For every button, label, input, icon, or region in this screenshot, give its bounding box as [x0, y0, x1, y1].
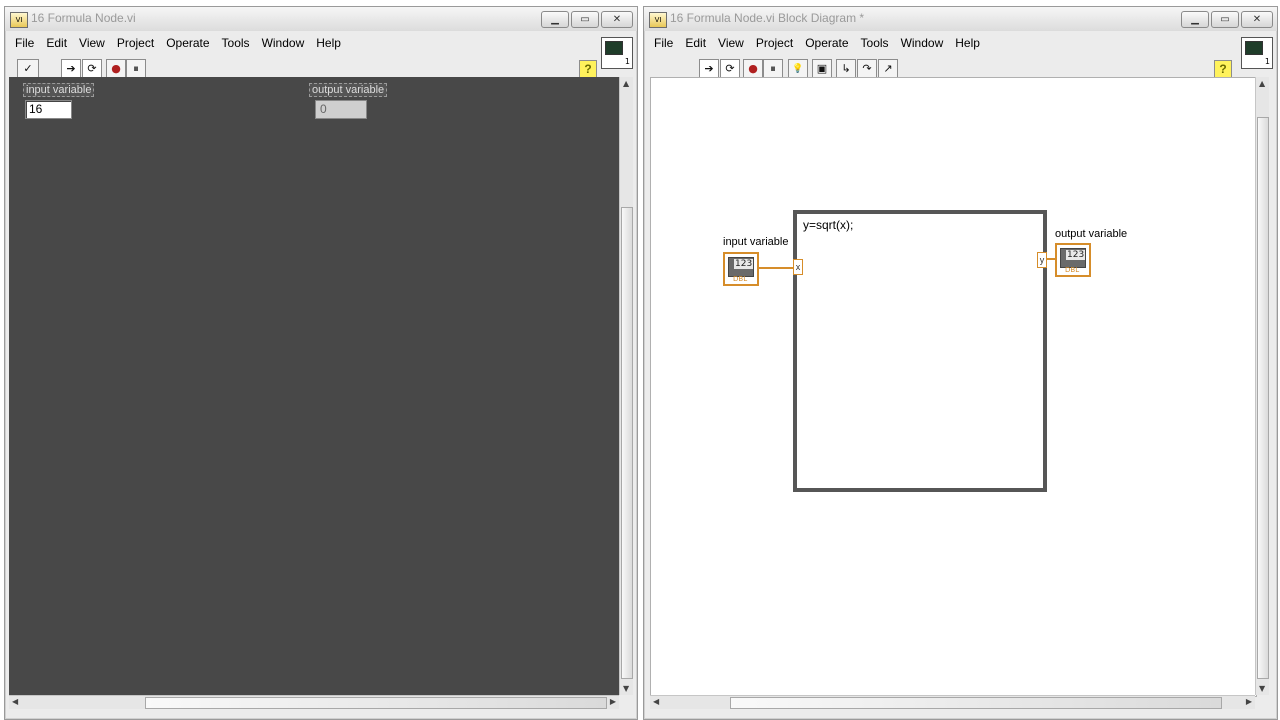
close-button[interactable]: ✕ — [601, 11, 633, 28]
front-panel-window: VI 16 Formula Node.vi ▁ ▭ ✕ File Edit Vi… — [4, 6, 638, 720]
vi-icon-screen — [1245, 41, 1263, 55]
input-control-label[interactable]: input variable — [23, 83, 95, 97]
block-diagram-titlebar[interactable]: VI 16 Formula Node.vi Block Diagram * ▁ … — [644, 7, 1277, 31]
step-over-icon[interactable]: ↷ — [857, 59, 877, 79]
menu-file[interactable]: File — [15, 36, 34, 50]
block-diagram-title: 16 Formula Node.vi Block Diagram * — [670, 11, 865, 25]
formula-node[interactable]: y=sqrt(x); — [793, 210, 1047, 492]
menu-project[interactable]: Project — [117, 36, 154, 50]
close-button[interactable]: ✕ — [1241, 11, 1273, 28]
block-diagram-canvas[interactable]: input variable 123 DBL y=sqrt(x); x y ou… — [650, 77, 1257, 697]
terminal-type-label: DBL — [1065, 266, 1080, 274]
menu-file[interactable]: File — [654, 36, 673, 50]
terminal-numeric-glyph: 123 — [1066, 250, 1086, 260]
horizontal-scroll-thumb[interactable] — [145, 697, 607, 709]
menu-window[interactable]: Window — [901, 36, 944, 50]
scroll-right-arrow-icon[interactable]: ▶ — [1246, 697, 1252, 706]
maximize-button[interactable]: ▭ — [1211, 11, 1239, 28]
block-diagram-window: VI 16 Formula Node.vi Block Diagram * ▁ … — [643, 6, 1278, 720]
minimize-button[interactable]: ▁ — [541, 11, 569, 28]
block-diagram-vertical-scrollbar[interactable]: ▲ ▼ — [1255, 77, 1269, 695]
pause-icon[interactable]: ⏸ — [763, 59, 783, 79]
abort-icon[interactable]: ● — [743, 59, 763, 79]
front-panel-title: 16 Formula Node.vi — [31, 11, 136, 25]
input-variable-terminal[interactable]: 123 DBL — [723, 252, 759, 286]
menu-project[interactable]: Project — [756, 36, 793, 50]
run-icon[interactable]: ➔ — [699, 59, 719, 79]
menu-edit[interactable]: Edit — [46, 36, 67, 50]
retain-wire-values-icon[interactable]: ▣ — [812, 59, 832, 79]
output-variable-numeric-indicator: 0 — [315, 100, 367, 119]
front-panel-canvas[interactable]: input variable 16 output variable 0 — [9, 77, 619, 695]
menu-tools[interactable]: Tools — [222, 36, 250, 50]
pause-icon[interactable]: ⏸ — [126, 59, 146, 79]
labview-diagram-icon: VI — [649, 12, 667, 28]
vi-icon-screen — [605, 41, 623, 55]
step-out-icon[interactable]: ↗ — [878, 59, 898, 79]
front-panel-vertical-scrollbar[interactable]: ▲ ▼ — [619, 77, 633, 695]
labview-vi-icon: VI — [10, 12, 28, 28]
terminal-type-label: DBL — [733, 275, 748, 283]
run-icon[interactable]: ➔ — [61, 59, 81, 79]
maximize-button[interactable]: ▭ — [571, 11, 599, 28]
formula-output-y-terminal[interactable]: y — [1037, 252, 1047, 268]
minimize-button[interactable]: ▁ — [1181, 11, 1209, 28]
menu-edit[interactable]: Edit — [685, 36, 706, 50]
vertical-scroll-thumb[interactable] — [621, 207, 633, 679]
scroll-up-arrow-icon[interactable]: ▲ — [1259, 79, 1265, 88]
menu-view[interactable]: View — [79, 36, 105, 50]
formula-text[interactable]: y=sqrt(x); — [803, 218, 853, 232]
output-variable-terminal[interactable]: 123 DBL — [1055, 243, 1091, 277]
run-continuously-icon[interactable]: ⟳ — [82, 59, 102, 79]
output-indicator-label[interactable]: output variable — [309, 83, 388, 97]
input-terminal-label[interactable]: input variable — [723, 236, 788, 248]
abort-icon[interactable]: ● — [106, 59, 126, 79]
input-wire[interactable] — [757, 267, 793, 269]
menu-operate[interactable]: Operate — [166, 36, 209, 50]
output-terminal-label[interactable]: output variable — [1055, 228, 1127, 240]
terminal-numeric-glyph: 123 — [734, 259, 754, 269]
input-variable-numeric-control[interactable]: 16 — [25, 100, 72, 119]
menu-view[interactable]: View — [718, 36, 744, 50]
vertical-scroll-thumb[interactable] — [1257, 117, 1269, 679]
scroll-down-arrow-icon[interactable]: ▼ — [623, 684, 629, 693]
step-into-icon[interactable]: ↳ — [836, 59, 856, 79]
front-panel-titlebar[interactable]: VI 16 Formula Node.vi ▁ ▭ ✕ — [5, 7, 637, 31]
run-continuously-icon[interactable]: ⟳ — [720, 59, 740, 79]
menu-tools[interactable]: Tools — [861, 36, 889, 50]
menu-operate[interactable]: Operate — [805, 36, 848, 50]
scroll-up-arrow-icon[interactable]: ▲ — [623, 79, 629, 88]
block-diagram-horizontal-scrollbar[interactable]: ◀ ▶ — [650, 695, 1255, 709]
menu-help[interactable]: Help — [955, 36, 980, 50]
ok-button[interactable]: ✓ — [17, 59, 39, 79]
formula-input-x-terminal[interactable]: x — [793, 259, 803, 275]
front-panel-horizontal-scrollbar[interactable]: ◀ ▶ — [9, 695, 619, 709]
menu-window[interactable]: Window — [262, 36, 305, 50]
menu-help[interactable]: Help — [316, 36, 341, 50]
scroll-left-arrow-icon[interactable]: ◀ — [12, 697, 18, 706]
block-diagram-menubar: File Edit View Project Operate Tools Win… — [644, 33, 1277, 53]
scroll-down-arrow-icon[interactable]: ▼ — [1259, 684, 1265, 693]
scroll-right-arrow-icon[interactable]: ▶ — [610, 697, 616, 706]
horizontal-scroll-thumb[interactable] — [730, 697, 1222, 709]
scroll-left-arrow-icon[interactable]: ◀ — [653, 697, 659, 706]
highlight-execution-icon[interactable]: 💡 — [788, 59, 808, 79]
front-panel-menubar: File Edit View Project Operate Tools Win… — [5, 33, 637, 53]
